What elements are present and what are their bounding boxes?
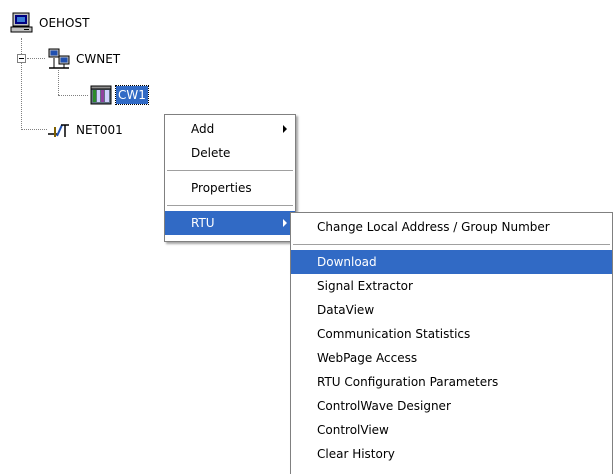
menu-item-communication-statistics[interactable]: Communication Statistics <box>291 322 612 346</box>
menu-item-label: Signal Extractor <box>317 279 413 293</box>
tree-line <box>58 95 88 96</box>
menu-item-controlview[interactable]: ControlView <box>291 418 612 442</box>
tree-line <box>21 129 47 130</box>
menu-item-label: Properties <box>191 181 252 195</box>
menu-separator <box>167 170 293 171</box>
menu-item-delete[interactable]: Delete <box>165 141 295 165</box>
menu-item-label: ControlView <box>317 423 389 437</box>
menu-item-add[interactable]: Add <box>165 117 295 141</box>
menu-item-label: Change Local Address / Group Number <box>317 220 550 234</box>
menu-item-label: Download <box>317 255 377 269</box>
menu-item-label: Add <box>191 122 215 136</box>
tree-node-label: NET001 <box>76 123 123 137</box>
menu-separator <box>167 205 293 206</box>
menu-item-rtu-configuration-parameters[interactable]: RTU Configuration Parameters <box>291 370 612 394</box>
tree-node-oehost[interactable]: OEHOST <box>10 12 91 34</box>
submenu-arrow-icon <box>283 219 287 227</box>
computer-icon <box>10 12 33 33</box>
menu-item-signal-extractor[interactable]: Signal Extractor <box>291 274 612 298</box>
collapse-toggle[interactable] <box>17 54 26 63</box>
tree-node-net001[interactable]: NET001 <box>47 119 125 141</box>
tree-line <box>27 58 45 59</box>
menu-item-label: RTU Configuration Parameters <box>317 375 499 389</box>
context-menu: Add Delete Properties RTU <box>164 114 296 242</box>
menu-item-controlwave-designer[interactable]: ControlWave Designer <box>291 394 612 418</box>
connection-icon <box>48 124 69 137</box>
menu-item-label: Delete <box>191 146 231 160</box>
rtu-submenu: Change Local Address / Group Number Down… <box>290 212 613 474</box>
menu-item-label: Communication Statistics <box>317 327 471 341</box>
menu-item-label: DataView <box>317 303 375 317</box>
menu-item-label: ControlWave Designer <box>317 399 451 413</box>
menu-item-download[interactable]: Download <box>291 250 612 274</box>
menu-item-change-local-address[interactable]: Change Local Address / Group Number <box>291 215 612 239</box>
tree-line <box>58 70 59 95</box>
rtu-icon <box>90 85 112 105</box>
network-icon <box>48 48 70 69</box>
menu-separator <box>293 244 610 245</box>
menu-item-label: WebPage Access <box>317 351 418 365</box>
tree-node-label: CW1 <box>115 85 149 105</box>
menu-item-clear-history[interactable]: Clear History <box>291 442 612 466</box>
tree-node-label: OEHOST <box>39 16 90 30</box>
menu-item-rtu[interactable]: RTU <box>165 211 295 235</box>
menu-item-label: Clear History <box>317 447 395 461</box>
menu-item-label: RTU <box>191 216 215 230</box>
tree-node-label: CWNET <box>76 52 121 66</box>
tree-line <box>21 38 22 128</box>
screen: OEHOST CWNET CW1 NET001 Add Delete Prope… <box>0 0 613 474</box>
menu-item-webpage-access[interactable]: WebPage Access <box>291 346 612 370</box>
tree-node-cw1[interactable]: CW1 <box>89 84 149 106</box>
submenu-arrow-icon <box>283 125 287 133</box>
menu-item-properties[interactable]: Properties <box>165 176 295 200</box>
menu-item-dataview[interactable]: DataView <box>291 298 612 322</box>
tree-node-cwnet[interactable]: CWNET <box>47 48 122 70</box>
